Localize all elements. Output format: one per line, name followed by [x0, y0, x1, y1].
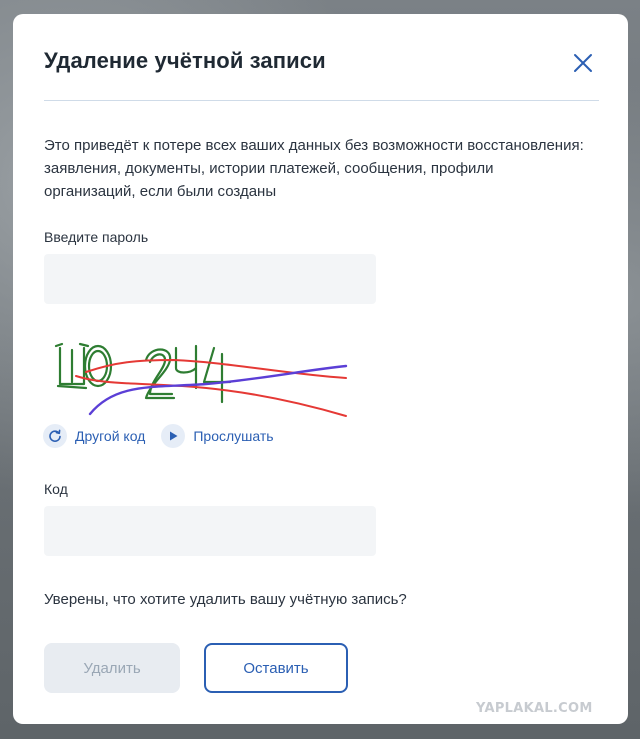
close-icon — [574, 54, 592, 72]
listen-captcha-button[interactable]: Прослушать — [161, 424, 274, 448]
title-divider — [44, 100, 599, 101]
dialog-title: Удаление учётной записи — [44, 48, 326, 73]
refresh-icon — [43, 424, 67, 448]
refresh-captcha-label: Другой код — [75, 428, 146, 444]
confirm-question: Уверены, что хотите удалить вашу учётную… — [44, 591, 407, 608]
captcha-actions: Другой код Прослушать — [43, 423, 290, 449]
listen-captcha-label: Прослушать — [193, 428, 274, 444]
refresh-captcha-button[interactable]: Другой код — [43, 424, 145, 448]
code-label: Код — [44, 481, 68, 497]
password-label: Введите пароль — [44, 229, 149, 245]
delete-button[interactable]: Удалить — [44, 643, 180, 693]
watermark-text: YAPLAKAL.COM — [476, 701, 593, 716]
play-icon — [161, 424, 186, 448]
delete-account-dialog: Удаление учётной записи Это приведёт к п… — [13, 14, 628, 724]
close-button[interactable] — [569, 49, 597, 77]
keep-button[interactable]: Оставить — [204, 643, 348, 693]
warning-text: Это приведёт к потере всех ваших данных … — [44, 137, 584, 200]
code-input[interactable] — [44, 506, 376, 556]
captcha-image — [54, 342, 348, 417]
password-input[interactable] — [44, 254, 376, 304]
